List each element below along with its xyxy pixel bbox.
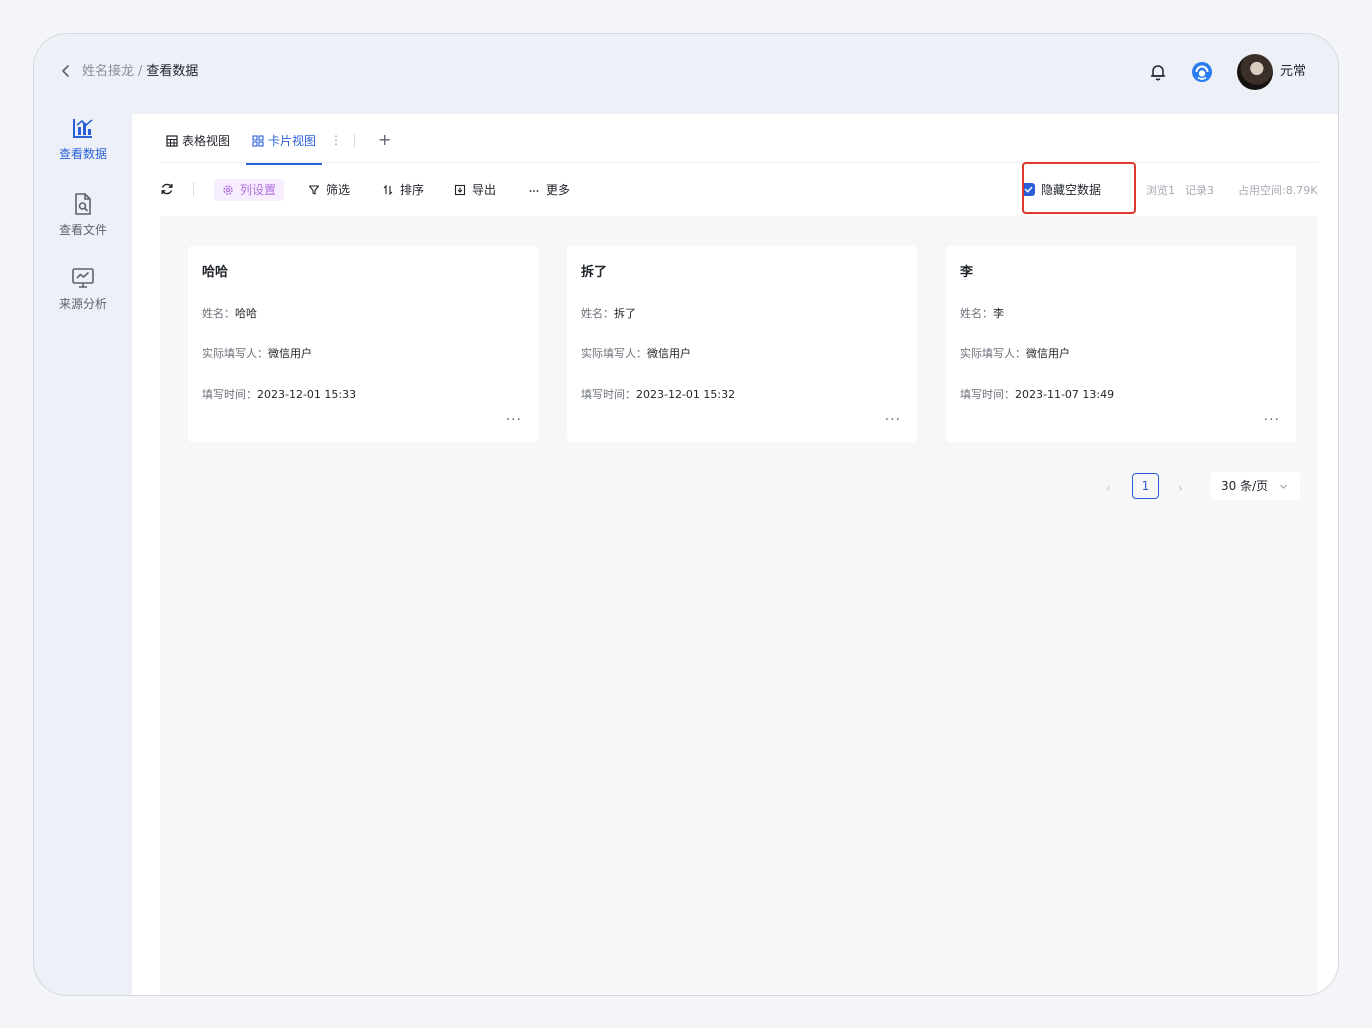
field-value: 2023-12-01 15:32 bbox=[636, 388, 736, 401]
field-value: 哈哈 bbox=[235, 307, 257, 320]
breadcrumb: 姓名接龙 / 查看数据 bbox=[82, 63, 198, 81]
pagination-page-button[interactable]: 1 bbox=[1132, 473, 1159, 499]
refresh-icon[interactable] bbox=[160, 182, 174, 196]
breadcrumb-separator: / bbox=[138, 64, 143, 79]
card-field-filler: 实际填写人：微信用户 bbox=[581, 346, 691, 362]
field-label: 填写时间： bbox=[581, 388, 636, 401]
export-icon bbox=[454, 184, 466, 196]
record-card[interactable]: 李 姓名：李 实际填写人：微信用户 填写时间：2023-11-07 13:49 … bbox=[946, 246, 1296, 442]
field-label: 实际填写人： bbox=[960, 347, 1026, 360]
tab-label: 表格视图 bbox=[182, 134, 231, 148]
file-search-icon bbox=[75, 193, 91, 215]
column-settings-label: 列设置 bbox=[240, 183, 277, 197]
card-field-filler: 实际填写人：微信用户 bbox=[960, 346, 1070, 362]
card-title: 李 bbox=[960, 265, 974, 280]
card-area: 哈哈 姓名：哈哈 实际填写人：微信用户 填写时间：2023-12-01 15:3… bbox=[160, 216, 1318, 995]
storage-usage: 占用空间:8.79K bbox=[1238, 184, 1318, 197]
more-button[interactable]: 更多 bbox=[528, 179, 570, 201]
back-icon[interactable] bbox=[58, 63, 74, 79]
card-field-time: 填写时间：2023-12-01 15:32 bbox=[581, 387, 735, 403]
card-field-name: 姓名：哈哈 bbox=[202, 306, 257, 322]
card-title: 拆了 bbox=[581, 265, 608, 280]
card-field-filler: 实际填写人：微信用户 bbox=[202, 346, 312, 362]
record-card[interactable]: 拆了 姓名：拆了 实际填写人：微信用户 填写时间：2023-12-01 15:3… bbox=[567, 246, 917, 442]
table-icon bbox=[166, 135, 178, 147]
tab-table-view[interactable]: 表格视图 bbox=[166, 133, 230, 163]
sort-icon bbox=[383, 184, 393, 196]
sort-button[interactable]: 排序 bbox=[382, 179, 424, 201]
highlight-box bbox=[1022, 162, 1136, 214]
page-size-value: 30 条/页 bbox=[1221, 479, 1269, 493]
tab-divider bbox=[354, 134, 355, 148]
card-title: 哈哈 bbox=[202, 265, 229, 280]
sidebar-item-view-files[interactable]: 查看文件 bbox=[34, 192, 132, 252]
card-more-icon[interactable]: ··· bbox=[885, 412, 901, 428]
sidebar-item-source-analysis[interactable]: 来源分析 bbox=[34, 266, 132, 326]
add-view-button[interactable]: + bbox=[378, 130, 391, 149]
service-icon[interactable] bbox=[1190, 60, 1214, 84]
field-label: 实际填写人： bbox=[202, 347, 268, 360]
toolbar-divider bbox=[193, 182, 194, 196]
field-label: 实际填写人： bbox=[581, 347, 647, 360]
card-more-icon[interactable]: ··· bbox=[1264, 412, 1280, 428]
main-content: 表格视图 卡片视图 ⋮ + 列设置 筛选 排序 导出 更多 隐藏空数据 浏览1 … bbox=[132, 114, 1338, 995]
field-value: 微信用户 bbox=[647, 347, 691, 360]
field-value: 拆了 bbox=[614, 307, 636, 320]
sidebar-item-view-data[interactable]: 查看数据 bbox=[34, 116, 132, 176]
card-field-time: 填写时间：2023-12-01 15:33 bbox=[202, 387, 356, 403]
card-field-time: 填写时间：2023-11-07 13:49 bbox=[960, 387, 1114, 403]
page-size-select[interactable]: 30 条/页 bbox=[1210, 472, 1300, 500]
top-bar: 姓名接龙 / 查看数据 元常 bbox=[34, 34, 1338, 114]
gear-icon bbox=[223, 185, 233, 195]
record-card[interactable]: 哈哈 姓名：哈哈 实际填写人：微信用户 填写时间：2023-12-01 15:3… bbox=[188, 246, 538, 442]
card-more-icon[interactable]: ··· bbox=[506, 412, 522, 428]
more-label: 更多 bbox=[546, 183, 571, 197]
tab-card-view[interactable]: 卡片视图 bbox=[246, 133, 323, 165]
view-tabs: 表格视图 卡片视图 ⋮ + bbox=[160, 114, 1318, 165]
sidebar-item-label: 查看文件 bbox=[58, 223, 107, 237]
data-chart-icon bbox=[73, 119, 93, 138]
column-settings-button[interactable]: 列设置 bbox=[214, 179, 285, 201]
tab-label: 卡片视图 bbox=[268, 134, 317, 148]
username[interactable]: 元常 bbox=[1280, 63, 1306, 81]
chevron-down-icon bbox=[1280, 484, 1287, 489]
export-button[interactable]: 导出 bbox=[454, 179, 496, 201]
breadcrumb-current: 查看数据 bbox=[146, 64, 199, 79]
record-count: 记录3 bbox=[1185, 184, 1214, 197]
sort-label: 排序 bbox=[400, 183, 425, 197]
ellipsis-icon bbox=[529, 190, 539, 192]
field-label: 姓名： bbox=[202, 307, 235, 320]
tab-more-icon[interactable]: ⋮ bbox=[330, 133, 342, 147]
filter-button[interactable]: 筛选 bbox=[308, 179, 350, 201]
field-label: 填写时间： bbox=[202, 388, 257, 401]
monitor-analytics-icon bbox=[72, 268, 94, 288]
sidebar-item-label: 查看数据 bbox=[58, 147, 107, 161]
sidebar-item-label: 来源分析 bbox=[58, 297, 107, 311]
field-label: 填写时间： bbox=[960, 388, 1015, 401]
toolbar: 列设置 筛选 排序 导出 更多 隐藏空数据 浏览1 记录3 占用空间:8.79K bbox=[160, 174, 1318, 204]
export-label: 导出 bbox=[472, 183, 497, 197]
field-value: 微信用户 bbox=[1026, 347, 1070, 360]
avatar[interactable] bbox=[1237, 54, 1273, 90]
sidebar: 查看数据 查看文件 来源分析 bbox=[34, 114, 132, 995]
filter-label: 筛选 bbox=[326, 183, 351, 197]
field-value: 2023-12-01 15:33 bbox=[257, 388, 357, 401]
bell-icon[interactable] bbox=[1148, 62, 1168, 82]
field-value: 2023-11-07 13:49 bbox=[1015, 388, 1115, 401]
field-label: 姓名： bbox=[960, 307, 993, 320]
filter-icon bbox=[308, 185, 320, 195]
breadcrumb-parent[interactable]: 姓名接龙 bbox=[82, 64, 134, 79]
field-value: 李 bbox=[993, 307, 1004, 320]
card-field-name: 姓名：拆了 bbox=[581, 306, 636, 322]
card-field-name: 姓名：李 bbox=[960, 306, 1004, 322]
field-value: 微信用户 bbox=[268, 347, 312, 360]
view-count: 浏览1 bbox=[1146, 184, 1175, 197]
pagination-prev-button[interactable]: ‹ bbox=[1106, 481, 1111, 495]
field-label: 姓名： bbox=[581, 307, 614, 320]
pagination-next-button[interactable]: › bbox=[1178, 481, 1183, 495]
app-window: 姓名接龙 / 查看数据 元常 查看数据 查看文件 来源分析 表格视图 卡片视图 … bbox=[33, 33, 1339, 996]
grid-icon bbox=[252, 135, 264, 147]
